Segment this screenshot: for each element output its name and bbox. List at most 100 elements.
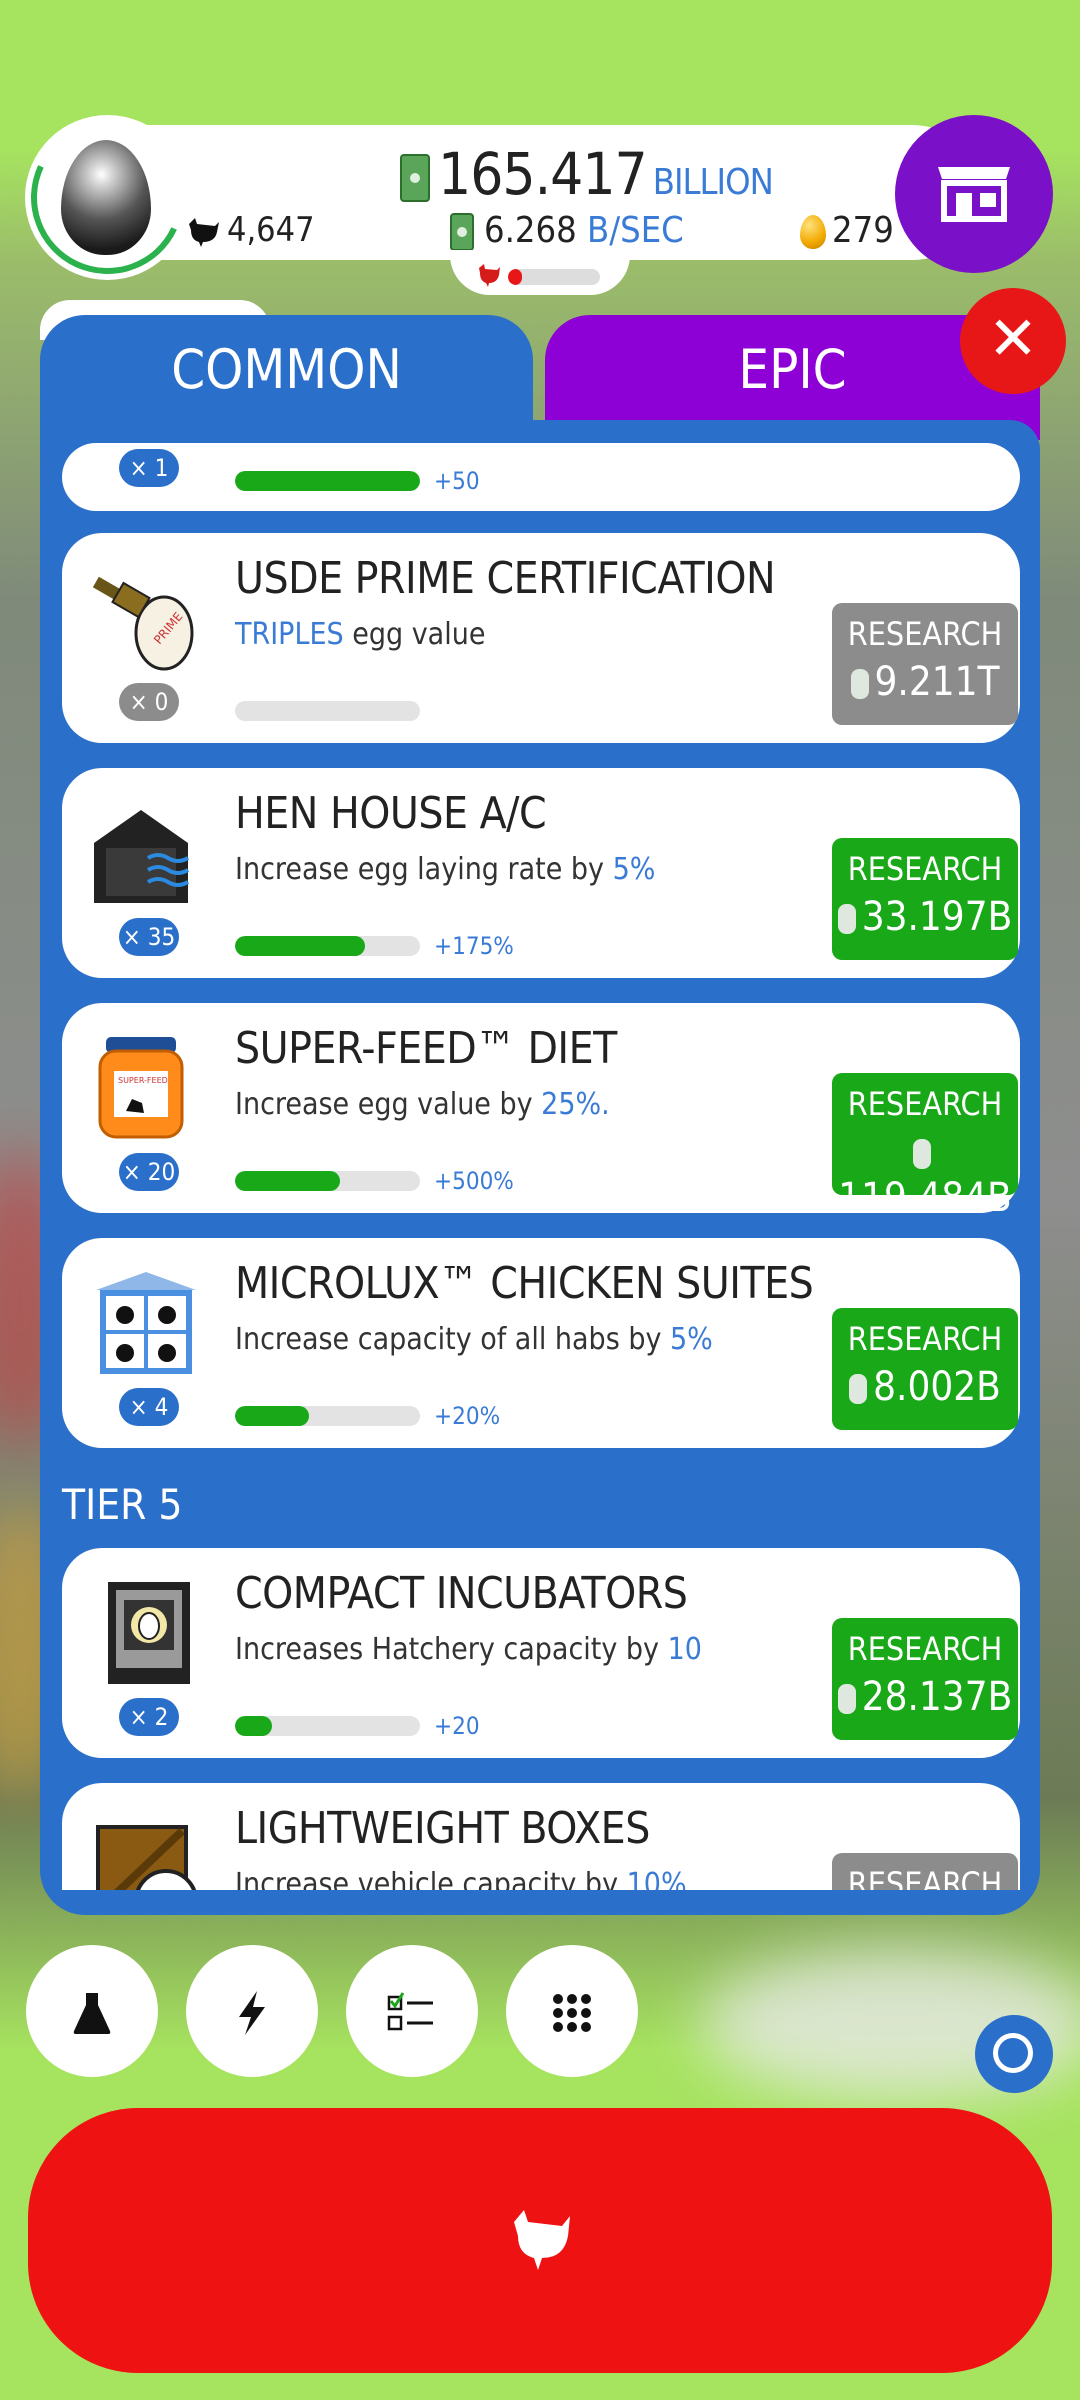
research-card-lightweight-boxes: LIGHTWEIGHT BOXES Increase vehicle capac… — [62, 1783, 1020, 1890]
research-cost: 33.197B — [861, 894, 1013, 940]
checklist-icon — [387, 1992, 433, 2031]
cash-icon — [400, 153, 430, 202]
flask-icon — [73, 1993, 111, 2034]
progress-fill — [508, 269, 522, 285]
research-desc-text: Increase capacity of all habs by — [235, 1322, 670, 1357]
money-total: 165.417 BILLION — [400, 140, 774, 208]
research-progress-bar — [235, 936, 420, 956]
research-button-label: RESEARCH — [847, 850, 1003, 888]
research-desc-text: Increases Hatchery capacity by — [235, 1632, 668, 1667]
research-progress-fill — [235, 471, 420, 491]
hatch-chicken-button[interactable] — [28, 2108, 1052, 2373]
incubator-icon — [86, 1578, 206, 1688]
cash-icon — [850, 669, 869, 699]
research-desc-text: Increase egg value by — [235, 1087, 542, 1122]
research-desc-text: egg value — [343, 617, 486, 652]
research-bonus: +50 — [434, 467, 480, 495]
hen-house-ac-icon — [86, 798, 206, 908]
research-progress-bar — [235, 1716, 420, 1736]
research-button[interactable]: RESEARCH — [832, 1853, 1018, 1890]
drone-progress-pill — [450, 250, 630, 295]
research-progress-bar — [235, 1171, 420, 1191]
research-desc-highlight: 5% — [612, 852, 656, 887]
money-value: 165.417 — [438, 140, 648, 208]
rate-value: 6.268 — [484, 210, 577, 251]
prime-stamp-icon: PRIME — [86, 563, 206, 673]
golden-egg-count[interactable]: 279 — [800, 210, 894, 251]
research-card-usde-prime: PRIME × 0 USDE PRIME CERTIFICATION TRIPL… — [62, 533, 1020, 743]
research-button[interactable]: RESEARCH 33.197B — [832, 838, 1018, 960]
research-title: USDE PRIME CERTIFICATION — [235, 553, 776, 604]
svg-text:SUPER-FEED: SUPER-FEED — [118, 1076, 168, 1085]
cash-icon — [450, 213, 474, 251]
research-bonus: +500% — [434, 1167, 514, 1195]
chicken-icon — [189, 217, 219, 247]
research-button-label: RESEARCH — [847, 1085, 1003, 1123]
menu-button[interactable] — [506, 1945, 638, 2077]
egg-avatar[interactable] — [9, 99, 206, 296]
research-description: Increase egg value by 25%. — [235, 1087, 610, 1122]
earning-rate: 6.268 B/SEC — [450, 210, 684, 251]
boosts-button[interactable] — [186, 1945, 318, 2077]
rate-unit: B/SEC — [587, 210, 684, 251]
research-desc-text: Increase vehicle capacity by — [235, 1867, 627, 1890]
chicken-suites-icon — [86, 1268, 206, 1378]
research-button[interactable]: RESEARCH 28.137B — [832, 1618, 1018, 1740]
research-description: Increase capacity of all habs by 5% — [235, 1322, 713, 1357]
research-desc-text: Increase egg laying rate by — [235, 852, 613, 887]
research-card-compact-incubators: × 2 COMPACT INCUBATORS Increases Hatcher… — [62, 1548, 1020, 1758]
close-button[interactable]: ✕ — [960, 288, 1066, 394]
cash-icon — [837, 1684, 856, 1714]
chicken-icon — [514, 2210, 570, 2270]
research-card-super-feed: SUPER-FEED × 20 SUPER-FEED™ DIET Increas… — [62, 1003, 1020, 1221]
tier-label: TIER 5 — [62, 1480, 183, 1529]
research-progress-fill — [235, 1406, 309, 1426]
research-desc-highlight: 5% — [670, 1322, 713, 1357]
money-unit: BILLION — [652, 162, 774, 203]
research-bonus: +175% — [434, 932, 514, 960]
research-progress-bar — [235, 701, 420, 721]
shop-icon — [938, 167, 1010, 222]
research-desc-highlight: 10% — [626, 1867, 687, 1890]
research-lab-button[interactable] — [26, 1945, 158, 2077]
chicken-count-value: 4,647 — [227, 210, 315, 250]
circle-toggle-button[interactable] — [975, 2015, 1053, 2093]
research-cost: 119.484B — [838, 1175, 1012, 1221]
research-title: MICROLUX™ CHICKEN SUITES — [235, 1258, 814, 1309]
research-description: Increase vehicle capacity by 10% — [235, 1867, 687, 1890]
missions-button[interactable] — [346, 1945, 478, 2077]
red-chicken-icon — [479, 264, 500, 287]
research-count-badge: × 1 — [119, 449, 179, 487]
research-button-label: RESEARCH — [847, 1865, 1003, 1890]
tab-epic-label: EPIC — [738, 338, 847, 401]
research-cost: 8.002B — [873, 1364, 1001, 1410]
research-count-badge: × 4 — [119, 1388, 179, 1426]
research-card-microlux: × 4 MICROLUX™ CHICKEN SUITES Increase ca… — [62, 1238, 1020, 1448]
research-title: HEN HOUSE A/C — [235, 788, 547, 839]
research-count-badge: × 35 — [119, 918, 179, 956]
chicken-count: 4,647 — [185, 210, 315, 250]
research-button-label: RESEARCH — [847, 1630, 1003, 1668]
research-progress-bar — [235, 471, 420, 491]
research-button[interactable]: RESEARCH 119.484B — [832, 1073, 1018, 1221]
research-title: LIGHTWEIGHT BOXES — [235, 1803, 650, 1854]
research-description: Increase egg laying rate by 5% — [235, 852, 655, 887]
research-description: TRIPLES egg value — [235, 617, 485, 652]
research-desc-highlight: 10 — [667, 1632, 702, 1667]
research-count-badge: × 20 — [119, 1153, 179, 1191]
wooden-box-icon — [86, 1813, 206, 1890]
close-icon: ✕ — [987, 304, 1039, 374]
research-title: SUPER-FEED™ DIET — [235, 1023, 617, 1074]
research-title: COMPACT INCUBATORS — [235, 1568, 688, 1619]
grid-icon — [553, 1994, 591, 2032]
research-button[interactable]: RESEARCH 9.211T — [832, 603, 1018, 725]
research-button-label: RESEARCH — [847, 1320, 1003, 1358]
research-button[interactable]: RESEARCH 8.002B — [832, 1308, 1018, 1430]
golden-egg-icon — [800, 215, 826, 249]
shop-button[interactable] — [895, 115, 1053, 273]
lightning-icon — [239, 1991, 265, 2035]
research-cost: 9.211T — [874, 659, 1000, 705]
research-list[interactable]: × 1 +50 PRIME × 0 USDE PRIME CERTIFICATI… — [40, 430, 1040, 1890]
research-button-label: RESEARCH — [847, 615, 1003, 653]
research-progress-fill — [235, 936, 365, 956]
